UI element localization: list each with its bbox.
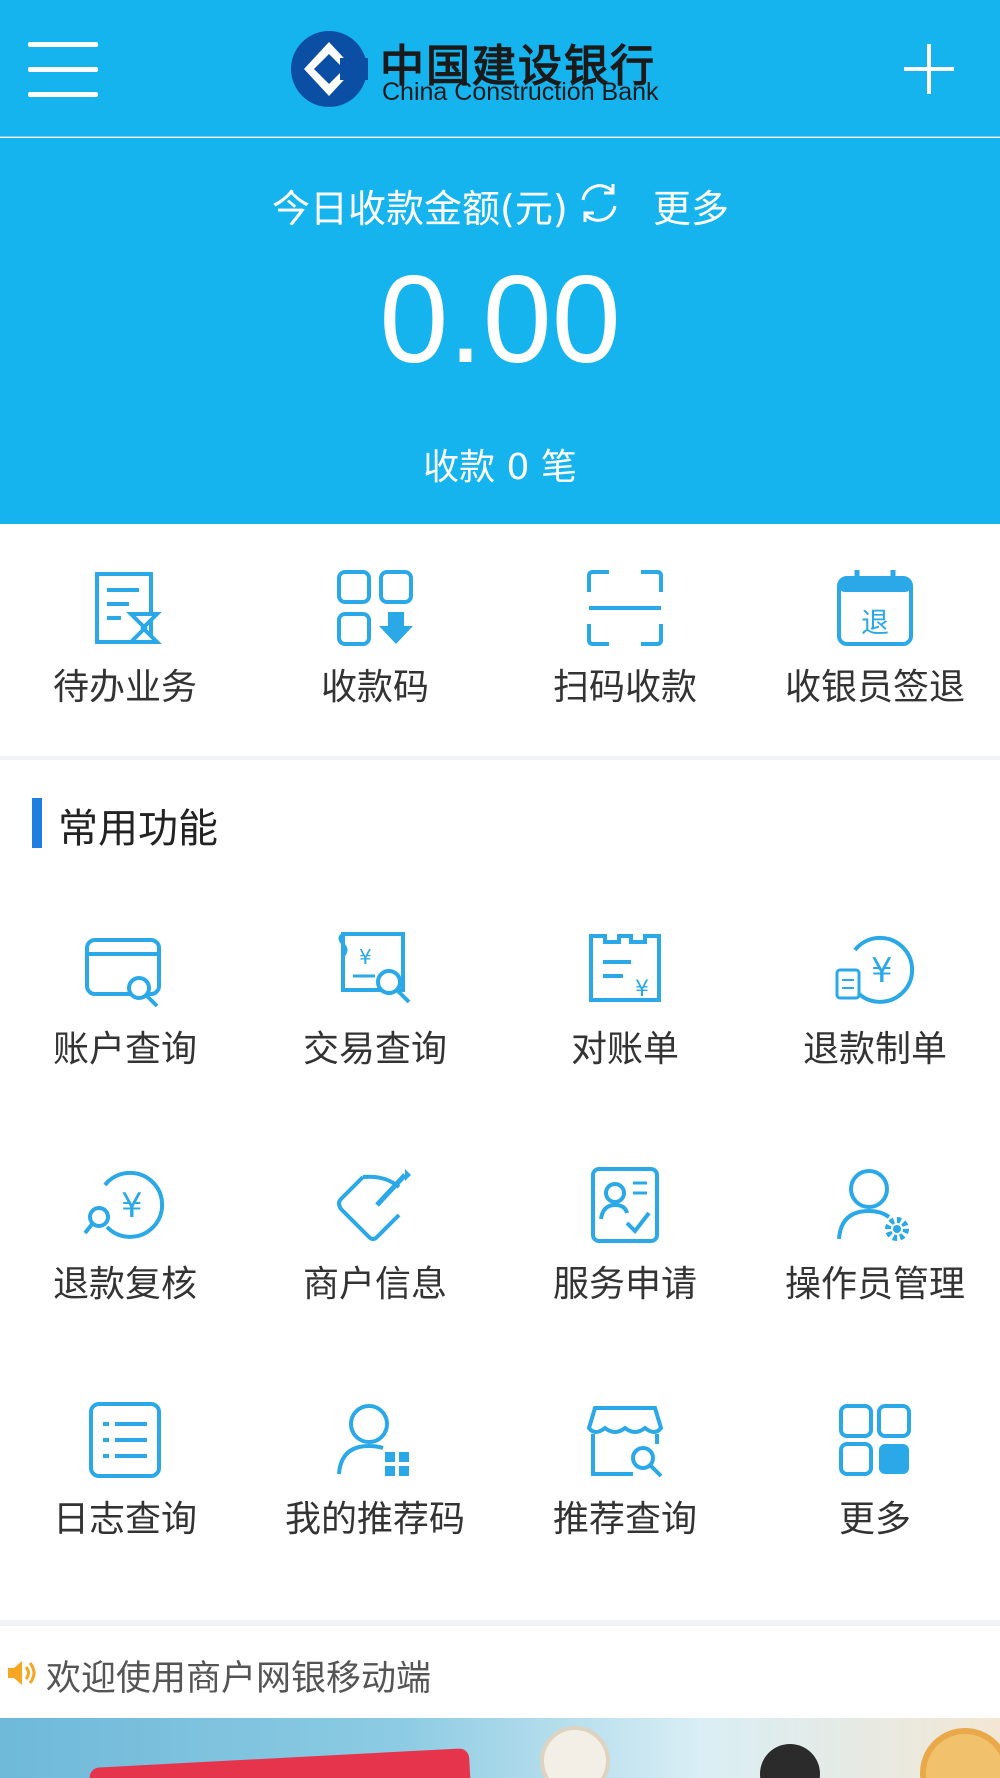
quick-actions: 待办业务 收款码 扫码收款 退 收银员签退 [0, 524, 1000, 756]
today-amount-label: 今日收款金额(元) [272, 187, 568, 231]
function-label: 商户信息 [302, 1264, 447, 1305]
function-label: 退款制单 [802, 1029, 947, 1070]
function-label: 更多 [838, 1499, 911, 1540]
function-more[interactable]: 更多 [750, 1400, 1000, 1542]
function-label: 账户查询 [52, 1029, 197, 1070]
function-referral-query[interactable]: 推荐查询 [500, 1400, 750, 1542]
notice-text: 欢迎使用商户网银移动端 [46, 1659, 432, 1699]
function-label: 操作员管理 [784, 1264, 965, 1305]
refresh-icon[interactable] [575, 178, 623, 228]
add-icon[interactable] [904, 44, 954, 94]
statement-yuan-icon: ¥ [589, 934, 661, 1002]
svg-text:退: 退 [861, 606, 889, 639]
card-search-icon [85, 938, 161, 1008]
function-label: 对账单 [570, 1029, 679, 1070]
calendar-signout-icon: 退 [837, 570, 913, 646]
todo-document-hourglass-icon [95, 572, 162, 644]
today-summary: 今日收款金额(元) 更多 0.00 收款 0 笔 [0, 138, 1000, 524]
grid-more-icon [839, 1404, 911, 1476]
quick-action-label: 收款码 [320, 667, 429, 708]
section-accent-bar [32, 798, 42, 848]
notice-bar[interactable]: 欢迎使用商户网银移动端 [0, 1628, 1000, 1718]
refund-review-icon: ¥ [83, 1170, 165, 1239]
function-operator-management[interactable]: 操作员管理 [750, 1165, 1000, 1307]
log-list-icon [89, 1402, 161, 1478]
section-divider [0, 1620, 1000, 1626]
edit-merchant-icon [337, 1169, 411, 1241]
app-header: 中国建设银行 China Construction Bank [0, 0, 1000, 137]
function-label: 服务申请 [552, 1264, 697, 1305]
user-gear-icon [837, 1169, 909, 1241]
svg-text:¥: ¥ [871, 951, 893, 991]
quick-action-payment-code[interactable]: 收款码 [250, 568, 500, 710]
user-qr-icon [337, 1404, 409, 1476]
function-merchant-info[interactable]: 商户信息 [250, 1165, 500, 1307]
quick-action-scan[interactable]: 扫码收款 [500, 568, 750, 710]
bank-name-en: China Construction Bank [382, 78, 659, 106]
quick-action-label: 扫码收款 [552, 667, 697, 708]
menu-icon[interactable] [28, 42, 98, 98]
svg-text:¥: ¥ [635, 977, 649, 1002]
speaker-icon [8, 1661, 36, 1685]
today-count: 收款 0 笔 [423, 447, 577, 488]
section-title: 常用功能 [58, 806, 218, 852]
quick-action-todo[interactable]: 待办业务 [0, 568, 250, 710]
function-label: 交易查询 [302, 1029, 447, 1070]
function-label: 日志查询 [52, 1499, 197, 1540]
svg-text:¥: ¥ [121, 1186, 143, 1226]
banner-graphic [89, 1748, 471, 1778]
function-statement[interactable]: ¥ 对账单 [500, 930, 750, 1072]
function-label: 我的推荐码 [284, 1499, 465, 1540]
common-functions-header: 常用功能 [0, 760, 1000, 860]
today-amount-value: 0.00 [379, 251, 621, 389]
function-label: 退款复核 [52, 1264, 197, 1305]
summary-title-row: 今日收款金额(元) 更多 [0, 178, 1000, 231]
function-label: 推荐查询 [552, 1499, 697, 1540]
bank-logo: 中国建设银行 China Construction Bank [290, 28, 710, 110]
function-refund-review[interactable]: ¥ 退款复核 [0, 1165, 250, 1307]
function-refund-create[interactable]: ¥ 退款制单 [750, 930, 1000, 1072]
svg-text:¥: ¥ [359, 945, 372, 969]
function-log-query[interactable]: 日志查询 [0, 1400, 250, 1542]
quick-action-cashier-signout[interactable]: 退 收银员签退 [750, 568, 1000, 710]
service-application-icon [591, 1167, 659, 1243]
receipt-search-icon: ¥ [338, 932, 411, 1004]
banner-graphic [540, 1726, 610, 1778]
payment-qr-code-icon [337, 570, 413, 646]
banner-graphic [760, 1744, 820, 1778]
quick-action-label: 收银员签退 [784, 667, 965, 708]
more-link[interactable]: 更多 [653, 178, 729, 233]
shop-search-icon [586, 1406, 664, 1478]
function-my-referral-code[interactable]: 我的推荐码 [250, 1400, 500, 1542]
quick-action-label: 待办业务 [52, 667, 197, 708]
ccb-logo-icon [291, 31, 368, 107]
function-transaction-query[interactable]: ¥ 交易查询 [250, 930, 500, 1072]
scan-frame-icon [587, 570, 663, 646]
banner-graphic [920, 1728, 1000, 1778]
promo-banner[interactable] [0, 1718, 1000, 1778]
refund-yuan-clipboard-icon: ¥ [835, 935, 915, 1004]
function-service-application[interactable]: 服务申请 [500, 1165, 750, 1307]
function-account-query[interactable]: 账户查询 [0, 930, 250, 1072]
